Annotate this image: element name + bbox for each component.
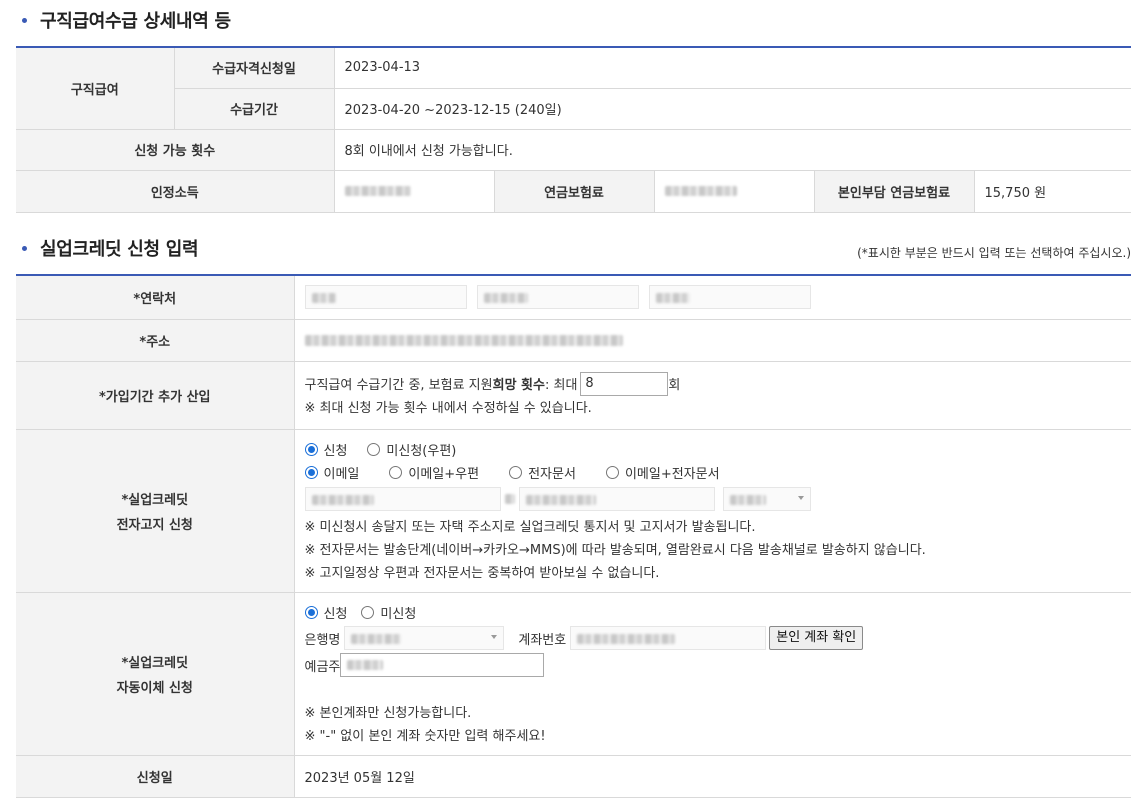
account-holder-input[interactable]: [340, 653, 545, 677]
auto-note-1: ※ 본인계좌만 신청가능합니다.: [304, 706, 472, 721]
income-header: 인정소득: [16, 170, 335, 213]
redacted-value: [664, 186, 737, 196]
pension-value: [654, 170, 815, 213]
radio-checked-icon: [304, 606, 318, 619]
address-label: *주소: [16, 319, 295, 362]
period-value: 2023-04-20 ~2023-12-15 (240일): [334, 88, 1132, 130]
redacted-value: [577, 634, 676, 644]
opt-edoc-radio[interactable]: 전자문서: [509, 463, 576, 482]
self-pension-header: 본인부담 연금보험료: [814, 170, 975, 213]
radio-icon: [605, 466, 619, 479]
redacted-value: [351, 634, 402, 644]
redacted-value: [344, 186, 411, 196]
pension-header: 연금보험료: [494, 170, 655, 213]
section-title-credit: 실업크레딧 신청 입력: [18, 235, 199, 261]
bank-select[interactable]: [344, 626, 505, 650]
phone-part-2-input[interactable]: [476, 285, 639, 310]
redacted-value: [311, 495, 374, 505]
chevron-down-icon: [797, 496, 804, 500]
auto-transfer-cell: 신청 미신청 은행명 계좌번호 본인 계좌 확인 예금주 ※ 본인계좌만 신청가…: [294, 592, 1131, 756]
auto-note-2: ※ "-" 없이 본인 계좌 숫자만 입력 해주세요!: [304, 729, 546, 744]
email-id-input[interactable]: [304, 487, 501, 511]
radio-checked-icon: [304, 443, 318, 456]
phone-part-1-input[interactable]: [304, 285, 467, 310]
opt-email-radio[interactable]: 이메일: [304, 463, 359, 482]
radio-icon: [509, 466, 523, 479]
radio-icon: [361, 606, 375, 619]
auto-apply-radio[interactable]: 신청: [304, 603, 347, 622]
redacted-value: [304, 334, 623, 346]
notice-note-2: ※ 전자문서는 발송단계(네이버→카카오→MMS)에 따라 발송되며, 열람완료…: [304, 543, 926, 558]
bullet-icon: [22, 17, 27, 23]
email-domain-input[interactable]: [518, 487, 715, 511]
auto-no-apply-radio[interactable]: 미신청: [361, 603, 416, 622]
opt-email-post-radio[interactable]: 이메일+우편: [389, 463, 479, 482]
job-benefit-header: 구직급여: [16, 47, 175, 130]
auto-transfer-label: *실업크레딧 자동이체 신청: [16, 592, 295, 756]
opt-email-edoc-radio[interactable]: 이메일+전자문서: [605, 463, 720, 482]
redacted-value: [729, 495, 766, 505]
count-header: 신청 가능 횟수: [16, 129, 335, 171]
radio-icon: [367, 443, 381, 456]
period-header: 수급기간: [174, 88, 335, 130]
self-pension-value: 15,750 원: [974, 170, 1132, 213]
account-label: 계좌번호: [518, 632, 567, 648]
account-number-input[interactable]: [570, 626, 767, 650]
apply-date-value: 2023-04-13: [334, 47, 1132, 89]
holder-label: 예금주: [304, 659, 341, 675]
notice-no-apply-radio[interactable]: 미신청(우편): [367, 440, 456, 459]
redacted-value: [655, 293, 690, 304]
hope-count-input[interactable]: 8: [580, 371, 669, 396]
email-domain-select[interactable]: [722, 487, 811, 511]
notice-note-3: ※ 고지일정상 우편과 전자문서는 중복하여 받아보실 수 없습니다.: [304, 566, 660, 581]
credit-form-table: *연락처 *주소 *가입기간 추가 산입 구직급여 수급기간 중, 보험료 지원…: [16, 274, 1131, 798]
benefit-detail-table: 구직급여 수급자격신청일 2023-04-13 수급기간 2023-04-20 …: [16, 46, 1132, 213]
e-notice-label: *실업크레딧 전자고지 신청: [16, 429, 295, 593]
notice-apply-radio[interactable]: 신청: [304, 440, 347, 459]
phone-part-3-input[interactable]: [648, 285, 811, 310]
chevron-down-icon: [491, 635, 498, 639]
redacted-value: [347, 660, 384, 670]
apply-date-value: 2023년 05월 12일: [294, 755, 1131, 798]
extra-period-label: *가입기간 추가 산입: [16, 361, 295, 430]
radio-icon: [389, 466, 403, 479]
redacted-value: [525, 495, 596, 505]
required-note: (*표시한 부분은 반드시 입력 또는 선택하여 주십시오.): [857, 246, 1131, 260]
apply-date-label: 신청일: [16, 755, 295, 798]
address-value: [294, 319, 1131, 362]
contact-label: *연락처: [16, 275, 295, 320]
at-sign-icon: [504, 494, 515, 504]
notice-note-1: ※ 미신청시 송달지 또는 자택 주소지로 실업크레딧 통지서 및 고지서가 발…: [304, 520, 756, 535]
extra-period-note: ※ 최대 신청 가능 횟수 내에서 수정하실 수 있습니다.: [304, 401, 592, 416]
income-value: [334, 170, 495, 213]
e-notice-cell: 신청 미신청(우편) 이메일 이메일+우편 전자문서 이메일+전자문서 ※ 미신…: [294, 429, 1131, 593]
redacted-value: [483, 293, 528, 304]
contact-cell: [294, 275, 1131, 320]
redacted-value: [311, 293, 336, 304]
verify-account-button[interactable]: 본인 계좌 확인: [769, 626, 864, 650]
bank-label: 은행명: [304, 632, 341, 648]
apply-date-header: 수급자격신청일: [174, 47, 335, 89]
section-title-benefit: 구직급여수급 상세내역 등: [18, 7, 231, 33]
bullet-icon: [22, 245, 27, 251]
extra-period-cell: 구직급여 수급기간 중, 보험료 지원 희망 횟수 : 최대 8 회 ※ 최대 …: [294, 361, 1131, 430]
radio-checked-icon: [304, 466, 318, 479]
count-value: 8회 이내에서 신청 가능합니다.: [334, 129, 1132, 171]
